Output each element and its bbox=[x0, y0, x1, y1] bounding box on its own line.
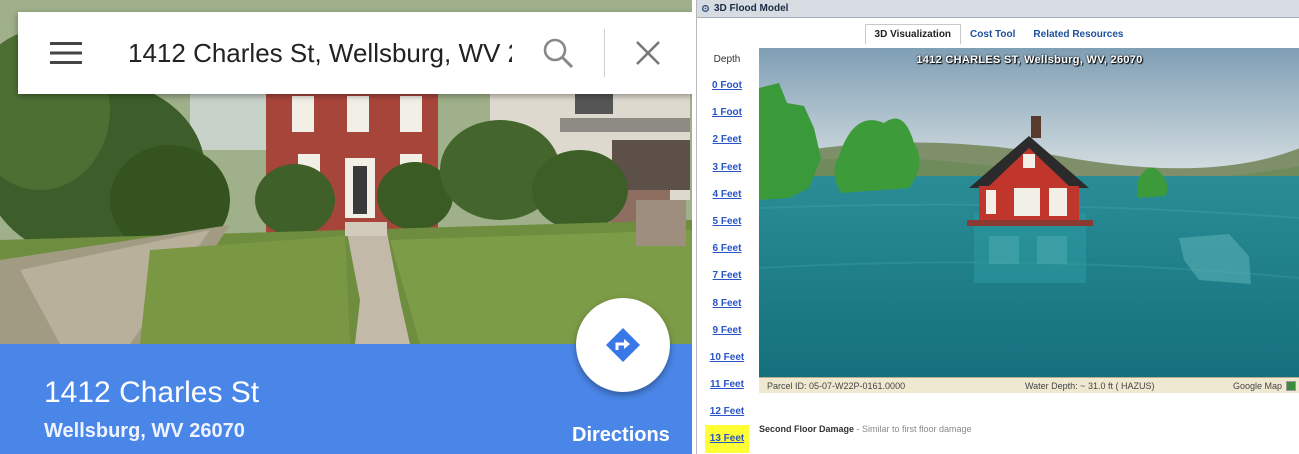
depth-option-11[interactable]: 11 Feet bbox=[705, 371, 749, 398]
depth-option-2[interactable]: 2 Feet bbox=[705, 126, 749, 153]
depth-option-4[interactable]: 4 Feet bbox=[705, 181, 749, 208]
viewport-address-title: 1412 CHARLES ST, Wellsburg, WV, 26070 bbox=[916, 54, 1143, 66]
depth-option-7[interactable]: 7 Feet bbox=[705, 262, 749, 289]
depth-option-1[interactable]: 1 Foot bbox=[705, 99, 749, 126]
directions-label[interactable]: Directions bbox=[572, 424, 670, 447]
depth-header: Depth bbox=[713, 54, 741, 65]
app-gear-icon bbox=[701, 4, 710, 13]
menu-button[interactable] bbox=[18, 12, 114, 94]
flood-visualization-scene[interactable] bbox=[759, 48, 1299, 393]
water-depth-text: Water Depth: ~ 31.0 ft ( HAZUS) bbox=[1025, 380, 1155, 391]
search-bar bbox=[18, 12, 692, 94]
close-button[interactable] bbox=[605, 12, 691, 94]
damage-text: - Similar to first floor damage bbox=[854, 424, 972, 434]
tab-bar: 3D Visualization Cost Tool Related Resou… bbox=[697, 22, 1299, 44]
depth-selector: Depth 0 Foot 1 Foot 2 Feet 3 Feet 4 Feet… bbox=[705, 48, 749, 453]
depth-option-0[interactable]: 0 Foot bbox=[705, 72, 749, 99]
depth-option-6[interactable]: 6 Feet bbox=[705, 235, 749, 262]
damage-description: Second Floor Damage - Similar to first f… bbox=[759, 424, 972, 434]
depth-option-3[interactable]: 3 Feet bbox=[705, 154, 749, 181]
depth-option-5[interactable]: 5 Feet bbox=[705, 208, 749, 235]
depth-option-10[interactable]: 10 Feet bbox=[705, 344, 749, 371]
tab-related-resources[interactable]: Related Resources bbox=[1024, 25, 1132, 44]
depth-option-13[interactable]: 13 Feet bbox=[705, 425, 749, 453]
map-credit-text[interactable]: Google Map bbox=[1233, 381, 1282, 391]
search-button[interactable] bbox=[512, 12, 604, 94]
place-subtitle: Wellsburg, WV 26070 bbox=[44, 420, 245, 442]
search-input[interactable] bbox=[114, 23, 512, 83]
street-view-panel[interactable]: 1412 Charles St Wellsburg, WV 26070 Dire… bbox=[0, 0, 692, 454]
directions-arrow-icon bbox=[606, 328, 640, 362]
directions-button[interactable] bbox=[576, 298, 670, 392]
close-icon bbox=[636, 41, 660, 65]
depth-option-12[interactable]: 12 Feet bbox=[705, 398, 749, 425]
place-title: 1412 Charles St bbox=[44, 376, 260, 409]
hamburger-menu-icon bbox=[50, 42, 82, 64]
flood-model-window: 3D Flood Model 3D Visualization Cost Too… bbox=[696, 0, 1299, 454]
depth-option-9[interactable]: 9 Feet bbox=[705, 317, 749, 344]
depth-option-8[interactable]: 8 Feet bbox=[705, 290, 749, 317]
viewport-status-bar: Parcel ID: 05-07-W22P-0161.0000 Water De… bbox=[759, 377, 1299, 393]
window-title: 3D Flood Model bbox=[714, 3, 789, 14]
map-credit-icon bbox=[1286, 380, 1296, 391]
damage-label: Second Floor Damage bbox=[759, 424, 855, 434]
tab-cost-tool[interactable]: Cost Tool bbox=[961, 25, 1024, 44]
search-icon bbox=[543, 38, 574, 69]
flood-3d-viewport[interactable]: 1412 CHARLES ST, Wellsburg, WV, 26070 Pa… bbox=[759, 48, 1299, 393]
parcel-id-text: Parcel ID: 05-07-W22P-0161.0000 bbox=[767, 380, 906, 391]
window-titlebar[interactable]: 3D Flood Model bbox=[697, 0, 1299, 18]
tab-3d-visualization[interactable]: 3D Visualization bbox=[864, 24, 962, 44]
